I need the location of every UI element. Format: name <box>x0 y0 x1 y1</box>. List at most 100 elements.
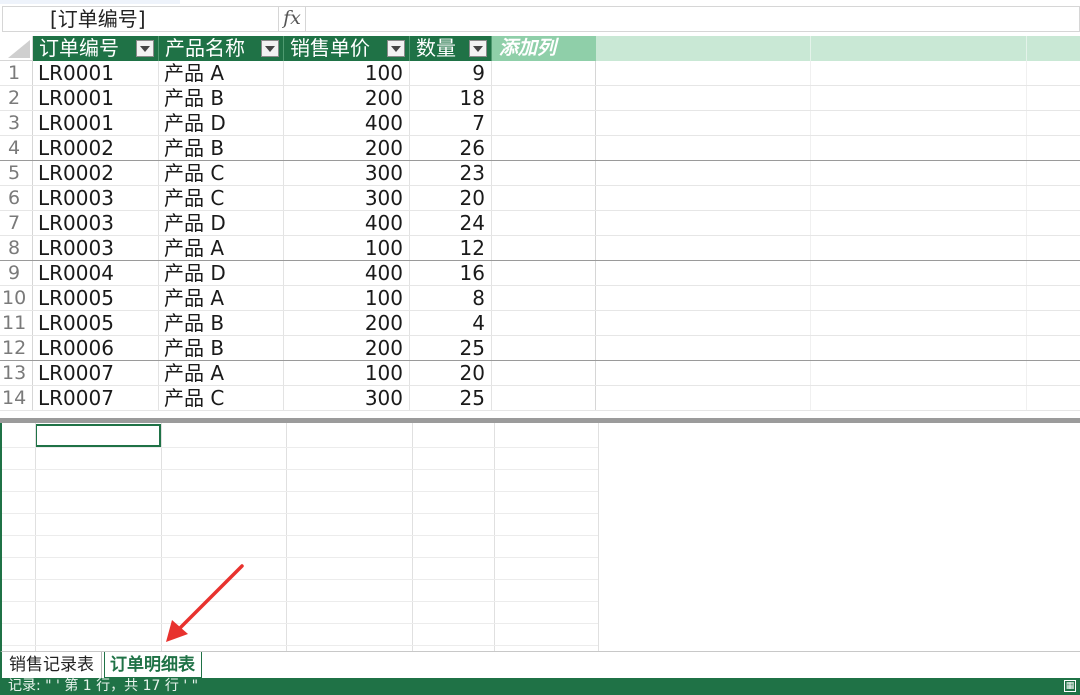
selected-cell[interactable] <box>35 424 161 447</box>
table-row[interactable]: 9 LR0004 产品 D 400 16 <box>0 261 1080 286</box>
table-row[interactable]: 12 LR0006 产品 B 200 25 <box>0 336 1080 361</box>
cell-add-column[interactable] <box>492 386 596 410</box>
cell-add-column[interactable] <box>492 86 596 110</box>
row-number[interactable]: 2 <box>0 86 33 110</box>
cell-order-id[interactable]: LR0001 <box>33 86 159 110</box>
row-number[interactable]: 3 <box>0 111 33 135</box>
filter-dropdown-icon[interactable] <box>261 40 279 57</box>
cell-product-name[interactable]: 产品 A <box>159 286 284 310</box>
cell-order-id[interactable]: LR0006 <box>33 336 159 360</box>
row-number[interactable]: 9 <box>0 261 33 285</box>
cell-quantity[interactable]: 9 <box>410 61 492 85</box>
cell-order-id[interactable]: LR0007 <box>33 361 159 385</box>
table-row[interactable]: 10 LR0005 产品 A 100 8 <box>0 286 1080 311</box>
fx-icon[interactable]: fx <box>278 6 306 32</box>
cell-add-column[interactable] <box>492 161 596 185</box>
cell-add-column[interactable] <box>492 61 596 85</box>
cell-product-name[interactable]: 产品 B <box>159 136 284 160</box>
cell-add-column[interactable] <box>492 286 596 310</box>
cell-product-name[interactable]: 产品 D <box>159 111 284 135</box>
column-header-order-id[interactable]: 订单编号 <box>33 36 159 61</box>
row-number[interactable]: 6 <box>0 186 33 210</box>
cell-unit-price[interactable]: 300 <box>284 186 410 210</box>
cell-add-column[interactable] <box>492 236 596 260</box>
cell-add-column[interactable] <box>492 336 596 360</box>
row-number[interactable]: 5 <box>0 161 33 185</box>
select-all-corner[interactable] <box>0 36 33 61</box>
cell-product-name[interactable]: 产品 B <box>159 311 284 335</box>
sheet-tab-sales-record[interactable]: 销售记录表 <box>4 652 102 678</box>
row-number[interactable]: 1 <box>0 61 33 85</box>
formula-input[interactable] <box>306 6 1080 32</box>
cell-unit-price[interactable]: 100 <box>284 61 410 85</box>
cell-unit-price[interactable]: 300 <box>284 161 410 185</box>
table-row[interactable]: 4 LR0002 产品 B 200 26 <box>0 136 1080 161</box>
cell-product-name[interactable]: 产品 B <box>159 336 284 360</box>
cell-add-column[interactable] <box>492 261 596 285</box>
cell-unit-price[interactable]: 200 <box>284 136 410 160</box>
cell-quantity[interactable]: 26 <box>410 136 492 160</box>
cell-quantity[interactable]: 23 <box>410 161 492 185</box>
cell-order-id[interactable]: LR0003 <box>33 211 159 235</box>
table-row[interactable]: 11 LR0005 产品 B 200 4 <box>0 311 1080 336</box>
add-column-button[interactable]: 添加列 <box>492 36 596 61</box>
cell-add-column[interactable] <box>492 361 596 385</box>
filter-dropdown-icon[interactable] <box>387 40 405 57</box>
filter-dropdown-icon[interactable] <box>469 40 487 57</box>
row-number[interactable]: 11 <box>0 311 33 335</box>
column-header-quantity[interactable]: 数量 <box>410 36 492 61</box>
name-box[interactable]: [订单编号] <box>2 6 278 32</box>
column-header-product-name[interactable]: 产品名称 <box>159 36 284 61</box>
cell-product-name[interactable]: 产品 A <box>159 236 284 260</box>
cell-quantity[interactable]: 20 <box>410 361 492 385</box>
cell-product-name[interactable]: 产品 D <box>159 261 284 285</box>
sheet-tab-order-detail[interactable]: 订单明细表 <box>104 652 202 678</box>
cell-order-id[interactable]: LR0007 <box>33 386 159 410</box>
cell-quantity[interactable]: 18 <box>410 86 492 110</box>
cell-order-id[interactable]: LR0003 <box>33 186 159 210</box>
cell-unit-price[interactable]: 400 <box>284 211 410 235</box>
cell-product-name[interactable]: 产品 B <box>159 86 284 110</box>
row-number[interactable]: 10 <box>0 286 33 310</box>
cell-product-name[interactable]: 产品 C <box>159 186 284 210</box>
row-number[interactable]: 14 <box>0 386 33 410</box>
table-row[interactable]: 1 LR0001 产品 A 100 9 <box>0 61 1080 86</box>
table-row[interactable]: 5 LR0002 产品 C 300 23 <box>0 161 1080 186</box>
cell-quantity[interactable]: 12 <box>410 236 492 260</box>
cell-unit-price[interactable]: 200 <box>284 336 410 360</box>
cell-order-id[interactable]: LR0005 <box>33 311 159 335</box>
cell-order-id[interactable]: LR0003 <box>33 236 159 260</box>
cell-product-name[interactable]: 产品 A <box>159 61 284 85</box>
cell-unit-price[interactable]: 100 <box>284 361 410 385</box>
row-number[interactable]: 7 <box>0 211 33 235</box>
cell-add-column[interactable] <box>492 211 596 235</box>
cell-add-column[interactable] <box>492 136 596 160</box>
cell-unit-price[interactable]: 100 <box>284 286 410 310</box>
cell-order-id[interactable]: LR0001 <box>33 61 159 85</box>
cell-unit-price[interactable]: 400 <box>284 111 410 135</box>
cell-unit-price[interactable]: 400 <box>284 261 410 285</box>
cell-order-id[interactable]: LR0002 <box>33 161 159 185</box>
cell-order-id[interactable]: LR0004 <box>33 261 159 285</box>
cell-unit-price[interactable]: 100 <box>284 236 410 260</box>
cell-quantity[interactable]: 20 <box>410 186 492 210</box>
cell-add-column[interactable] <box>492 186 596 210</box>
cell-unit-price[interactable]: 200 <box>284 86 410 110</box>
grid-view-icon[interactable]: ▦ <box>1064 680 1076 692</box>
row-number[interactable]: 12 <box>0 336 33 360</box>
cell-product-name[interactable]: 产品 C <box>159 161 284 185</box>
column-header-unit-price[interactable]: 销售单价 <box>284 36 410 61</box>
cell-product-name[interactable]: 产品 C <box>159 386 284 410</box>
cell-quantity[interactable]: 24 <box>410 211 492 235</box>
cell-quantity[interactable]: 16 <box>410 261 492 285</box>
filter-dropdown-icon[interactable] <box>136 40 154 57</box>
table-row[interactable]: 14 LR0007 产品 C 300 25 <box>0 386 1080 411</box>
cell-quantity[interactable]: 7 <box>410 111 492 135</box>
table-row[interactable]: 3 LR0001 产品 D 400 7 <box>0 111 1080 136</box>
cell-quantity[interactable]: 25 <box>410 336 492 360</box>
table-row[interactable]: 7 LR0003 产品 D 400 24 <box>0 211 1080 236</box>
cell-add-column[interactable] <box>492 311 596 335</box>
cell-order-id[interactable]: LR0001 <box>33 111 159 135</box>
cell-order-id[interactable]: LR0005 <box>33 286 159 310</box>
row-number[interactable]: 13 <box>0 361 33 385</box>
